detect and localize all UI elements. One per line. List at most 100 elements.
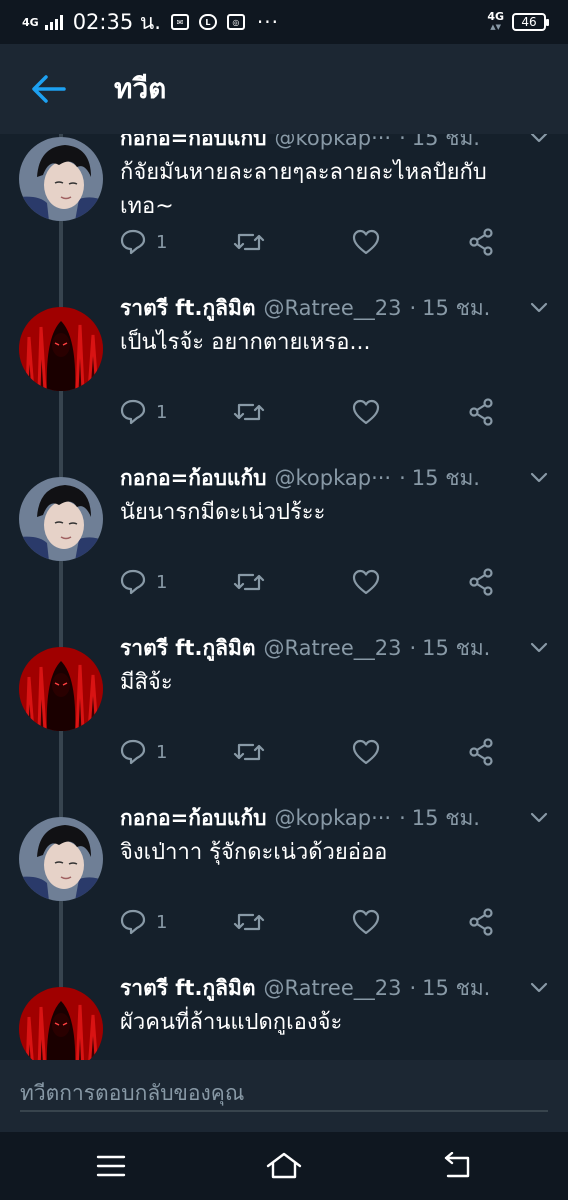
tweet-item[interactable]: กอกอ=ก้อบแก้บ @kopkap··· · 15 ชม. นัยนารกมีด… bbox=[0, 444, 568, 614]
tweet-actions: 1 bbox=[120, 226, 510, 258]
reply-button[interactable]: 1 bbox=[120, 396, 167, 428]
share-button[interactable] bbox=[468, 736, 494, 768]
avatar-boy-image bbox=[19, 817, 103, 901]
author-handle[interactable]: @kopkap··· bbox=[275, 134, 392, 150]
tweet-menu-button[interactable] bbox=[530, 812, 548, 824]
system-nav-bar bbox=[0, 1132, 568, 1200]
author-name[interactable]: กอกอ=ก้อบแก้บ bbox=[120, 802, 267, 835]
author-name[interactable]: กอกอ=ก้อบแก้บ bbox=[120, 462, 267, 495]
clock: 02:35 น. bbox=[72, 9, 161, 34]
author-name[interactable]: ราตรี ft.กูลิมิต bbox=[120, 292, 256, 325]
retweet-button[interactable] bbox=[233, 906, 265, 938]
tweet-menu-button[interactable] bbox=[530, 982, 548, 994]
retweet-icon bbox=[233, 573, 265, 591]
share-button[interactable] bbox=[468, 906, 494, 938]
tweet-actions: 1 bbox=[120, 736, 510, 768]
author-handle[interactable]: @Ratree__23 bbox=[264, 296, 402, 320]
avatar[interactable] bbox=[19, 817, 103, 901]
avatar[interactable] bbox=[19, 987, 103, 1060]
avatar[interactable] bbox=[19, 647, 103, 731]
separator-dot: · bbox=[409, 636, 417, 660]
retweet-button[interactable] bbox=[233, 396, 265, 428]
separator-dot: · bbox=[409, 296, 417, 320]
menu-button[interactable] bbox=[91, 1146, 131, 1186]
chevron-down-icon bbox=[530, 982, 548, 993]
chevron-down-icon bbox=[530, 642, 548, 653]
like-button[interactable] bbox=[352, 736, 380, 768]
author-handle[interactable]: @kopkap··· bbox=[275, 806, 392, 830]
share-button[interactable] bbox=[468, 566, 494, 598]
separator-dot: · bbox=[399, 466, 406, 490]
reply-button[interactable]: 1 bbox=[120, 906, 167, 938]
author-name[interactable]: ราตรี ft.กูลิมิต bbox=[120, 972, 256, 1005]
tweet-item[interactable]: ราตรี ft.กูลิมิต @Ratree__23 · 15 ชม. มีสิจ้… bbox=[0, 614, 568, 784]
tweet-text: เป็นไรจ้ะ อยากตายเหรอ... bbox=[120, 330, 371, 355]
menu-icon bbox=[96, 1155, 126, 1177]
tweet-text: จิงเป่าาา รุ้จักดะเน่วด้วยอ่ออ bbox=[120, 840, 388, 865]
reply-input[interactable]: ทวีตการตอบกลับของคุณ bbox=[20, 1076, 548, 1112]
status-right: 4G ▲▼ 46 bbox=[487, 11, 549, 33]
author-handle[interactable]: @Ratree__23 bbox=[264, 636, 402, 660]
tweet-header: ราตรี ft.กูลิมิต @Ratree__23 · 15 ชม. bbox=[120, 292, 548, 324]
share-button[interactable] bbox=[468, 226, 494, 258]
retweet-icon bbox=[233, 913, 265, 931]
avatar[interactable] bbox=[19, 137, 103, 221]
share-icon bbox=[469, 908, 493, 936]
tweet-header: กอกอ=ก้อบแก้บ @kopkap··· · 15 ชม. bbox=[120, 462, 548, 494]
author-name[interactable]: ราตรี ft.กูลิมิต bbox=[120, 632, 256, 665]
like-button[interactable] bbox=[352, 396, 380, 428]
heart-icon bbox=[352, 569, 380, 595]
tweet-item[interactable]: กอกอ=ก้อบแก้บ @kopkap··· · 15 ชม. จิงเป่าาา … bbox=[0, 784, 568, 954]
tweet-item[interactable]: ราตรี ft.กูลิมิต @Ratree__23 · 15 ชม. เป็นไร… bbox=[0, 274, 568, 444]
retweet-button[interactable] bbox=[233, 736, 265, 768]
tweet-timestamp: 15 ชม. bbox=[411, 134, 480, 150]
like-button[interactable] bbox=[352, 226, 380, 258]
reply-icon bbox=[120, 739, 146, 765]
network-label: 4G bbox=[22, 15, 39, 29]
tweet-thread[interactable]: กอกอ=ก้อบแก้บ @kopkap··· · 15 ชม. ก้จัยมันหา… bbox=[0, 134, 568, 1060]
avatar-ghost-image bbox=[19, 307, 103, 391]
network-indicator-right: 4G ▲▼ bbox=[487, 11, 504, 33]
like-button[interactable] bbox=[352, 906, 380, 938]
reply-button[interactable]: 1 bbox=[120, 736, 167, 768]
tweet-menu-button[interactable] bbox=[530, 302, 548, 314]
reply-button[interactable]: 1 bbox=[120, 226, 167, 258]
separator-dot: · bbox=[399, 134, 406, 150]
share-button[interactable] bbox=[468, 396, 494, 428]
retweet-button[interactable] bbox=[233, 566, 265, 598]
tweet-text: มีสิจ้ะ bbox=[120, 670, 173, 695]
author-name[interactable]: กอกอ=ก้อบแก้บ bbox=[120, 134, 267, 155]
chevron-down-icon bbox=[530, 472, 548, 483]
author-handle[interactable]: @kopkap··· bbox=[275, 466, 392, 490]
tweet-item[interactable]: ราตรี ft.กูลิมิต @Ratree__23 · 15 ชม. ผัวคนท… bbox=[0, 954, 568, 1060]
heart-icon bbox=[352, 229, 380, 255]
tweet-timestamp: 15 ชม. bbox=[422, 635, 491, 660]
tweet-actions: 1 bbox=[120, 566, 510, 598]
separator-dot: · bbox=[409, 976, 417, 1000]
home-button[interactable] bbox=[264, 1146, 304, 1186]
mail-icon: ✉ bbox=[170, 14, 189, 30]
tweet-menu-button[interactable] bbox=[530, 134, 548, 144]
back-button[interactable] bbox=[0, 44, 96, 134]
data-arrows-icon: ▲▼ bbox=[490, 23, 502, 31]
reply-count: 1 bbox=[156, 571, 168, 593]
retweet-icon bbox=[233, 403, 265, 421]
like-button[interactable] bbox=[352, 566, 380, 598]
reply-count: 1 bbox=[156, 401, 168, 423]
tweet-header: กอกอ=ก้อบแก้บ @kopkap··· · 15 ชม. bbox=[120, 134, 548, 154]
tweet-text: ก้จัยมันหายละลายๆละลายละไหลปัยกับเทอ~ bbox=[120, 160, 487, 219]
author-handle[interactable]: @Ratree__23 bbox=[264, 976, 402, 1000]
signal-icon bbox=[44, 14, 63, 30]
retweet-button[interactable] bbox=[233, 226, 265, 258]
reply-count: 1 bbox=[156, 911, 168, 933]
back-nav-button[interactable] bbox=[437, 1146, 477, 1186]
tweet-menu-button[interactable] bbox=[530, 642, 548, 654]
tweet-menu-button[interactable] bbox=[530, 472, 548, 484]
tweet-item[interactable]: กอกอ=ก้อบแก้บ @kopkap··· · 15 ชม. ก้จัยมันหา… bbox=[0, 134, 568, 274]
heart-icon bbox=[352, 909, 380, 935]
avatar[interactable] bbox=[19, 477, 103, 561]
avatar[interactable] bbox=[19, 307, 103, 391]
reply-button[interactable]: 1 bbox=[120, 566, 167, 598]
home-icon bbox=[266, 1152, 302, 1179]
tweet-timestamp: 15 ชม. bbox=[422, 295, 491, 320]
